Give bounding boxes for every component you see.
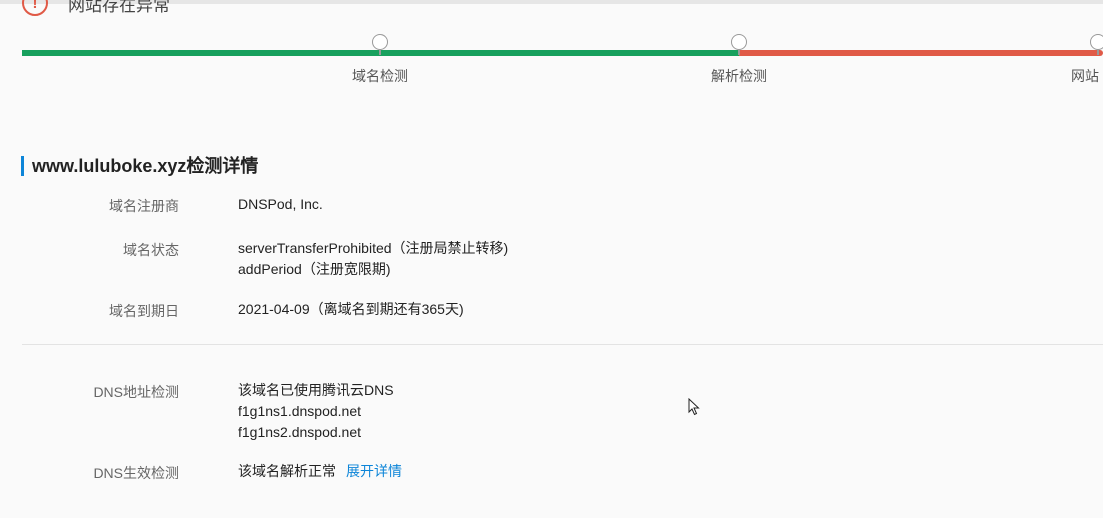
step-node-domain: [372, 34, 388, 55]
expiry-label: 域名到期日: [109, 303, 179, 319]
step-label-website: 网站: [1071, 68, 1099, 84]
progress-track: [22, 34, 1103, 56]
dns-effect-text: 该域名解析正常: [238, 463, 336, 479]
warning-icon: !: [22, 0, 48, 16]
section-title: www.luluboke.xyz检测详情: [21, 156, 258, 176]
domain-status-line: serverTransferProhibited（注册局禁止转移): [238, 240, 509, 256]
expiry-value: 2021-04-09（离域名到期还有365天): [238, 299, 464, 320]
step-node-website: [1090, 34, 1103, 55]
step-node-dns: [731, 34, 747, 55]
step-label-domain: 域名检测: [352, 68, 408, 84]
nameserver-1: f1g1ns1.dnspod.net: [238, 403, 361, 419]
status-banner: ! 网站存在异常: [22, 0, 170, 20]
dns-provider-text: 该域名已使用腾讯云DNS: [238, 382, 394, 398]
status-text: 网站存在异常: [68, 0, 170, 15]
domain-status-label: 域名状态: [123, 242, 179, 258]
expiry-text: 2021-04-09（离域名到期还有365天): [238, 301, 464, 317]
registrar-value: DNSPod, Inc.: [238, 194, 323, 215]
dns-address-value: 该域名已使用腾讯云DNS f1g1ns1.dnspod.net f1g1ns2.…: [238, 380, 394, 443]
expand-details-link[interactable]: 展开详情: [346, 463, 402, 479]
registrar-text: DNSPod, Inc.: [238, 196, 323, 212]
nameserver-2: f1g1ns2.dnspod.net: [238, 424, 361, 440]
dns-address-label: DNS地址检测: [93, 384, 179, 400]
step-label-dns: 解析检测: [711, 68, 767, 84]
dns-effect-label: DNS生效检测: [93, 465, 179, 481]
domain-status-line: addPeriod（注册宽限期): [238, 261, 391, 277]
domain-status-value: serverTransferProhibited（注册局禁止转移) addPer…: [238, 238, 508, 280]
progress-failed-segment: [739, 50, 1103, 56]
mouse-cursor-icon: [688, 398, 700, 416]
section-divider: [22, 344, 1103, 345]
dns-effect-value: 该域名解析正常 展开详情: [238, 461, 402, 482]
registrar-label: 域名注册商: [109, 198, 179, 214]
